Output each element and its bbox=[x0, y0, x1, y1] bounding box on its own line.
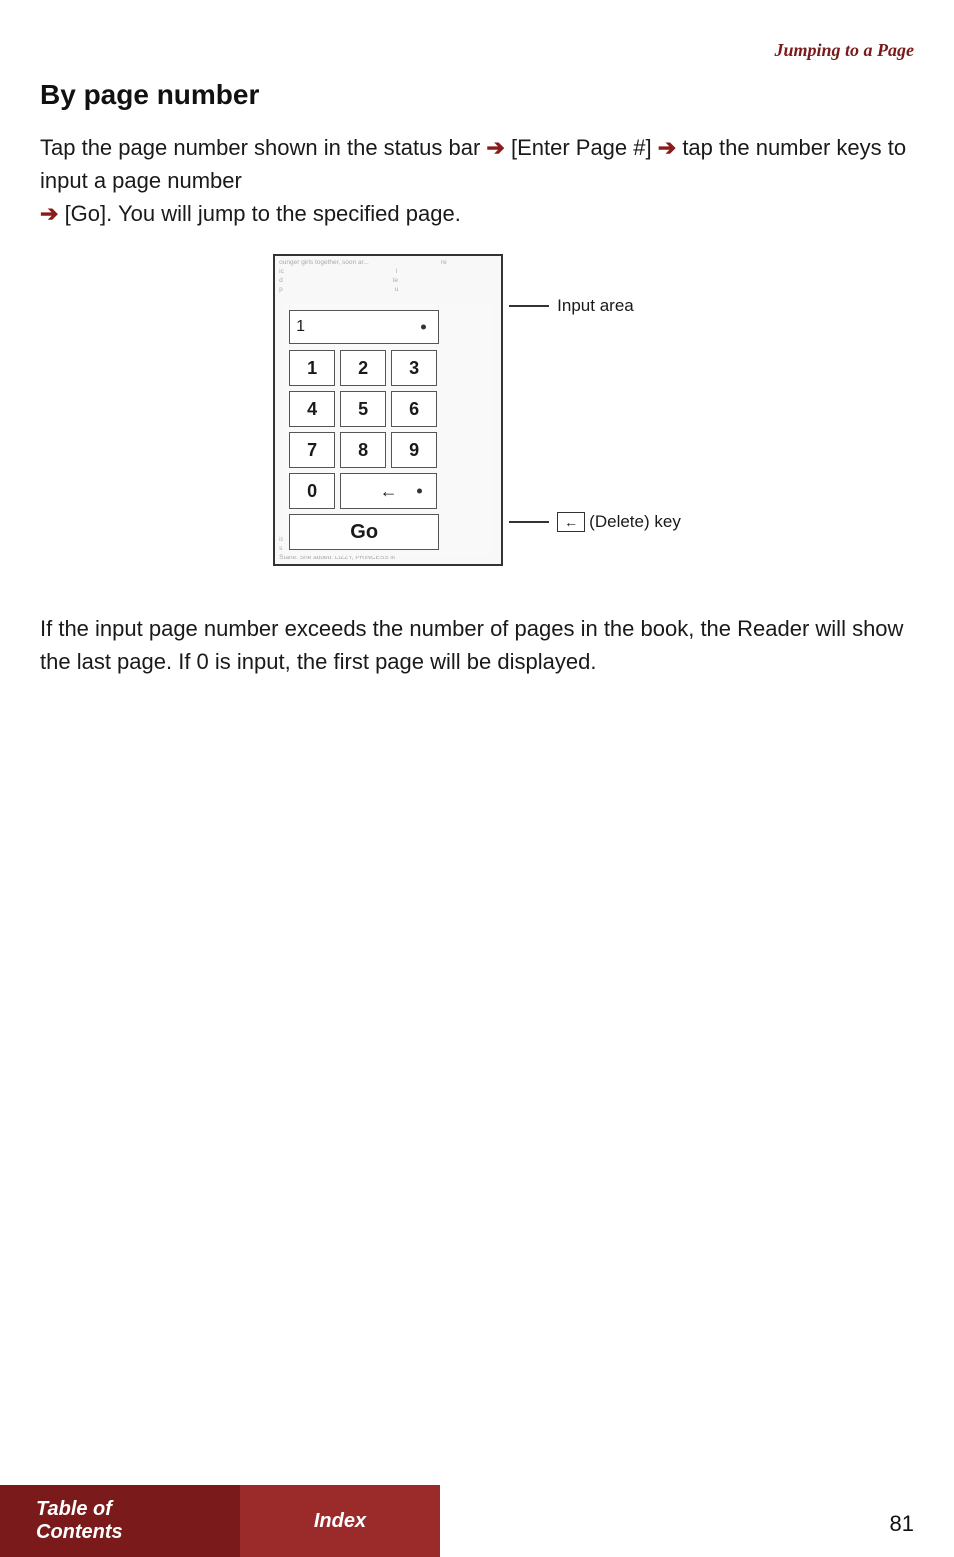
annotation-line-input bbox=[509, 305, 549, 307]
device-bg-text-top: ounger girls together, soon ar... re ic … bbox=[279, 258, 497, 294]
cursor-dot bbox=[421, 325, 426, 330]
device-frame: ounger girls together, soon ar... re ic … bbox=[273, 254, 503, 566]
go-button[interactable]: Go bbox=[289, 514, 439, 550]
page-number-input[interactable]: 1 bbox=[289, 310, 439, 344]
toc-label: Table of Contents bbox=[36, 1498, 204, 1544]
body-text-1b: [Enter Page #] bbox=[511, 135, 652, 160]
keypad-grid: 1 2 3 4 5 6 7 8 9 bbox=[289, 350, 487, 468]
key-9[interactable]: 9 bbox=[391, 432, 437, 468]
arrow-icon-1: ➔ bbox=[486, 131, 504, 164]
key-0[interactable]: 0 bbox=[289, 473, 335, 509]
key-2[interactable]: 2 bbox=[340, 350, 386, 386]
go-label: Go bbox=[350, 521, 378, 544]
input-row: 1 bbox=[289, 310, 487, 344]
key-7[interactable]: 7 bbox=[289, 432, 335, 468]
page-header: Jumping to a Page bbox=[40, 40, 914, 61]
arrow-icon-3: ➔ bbox=[40, 197, 58, 230]
body-text-1a: Tap the page number shown in the status … bbox=[40, 135, 480, 160]
bottom-nav: Table of Contents Index bbox=[0, 1485, 954, 1557]
input-area-annotation: Input area bbox=[509, 296, 681, 316]
arrow-icon-2: ➔ bbox=[658, 131, 676, 164]
key-6[interactable]: 6 bbox=[391, 391, 437, 427]
key-delete[interactable]: ← bbox=[340, 473, 437, 509]
index-label: Index bbox=[314, 1510, 366, 1533]
delete-key-icon: ← bbox=[557, 512, 585, 532]
annotation-input-label: Input area bbox=[557, 296, 634, 316]
input-value: 1 bbox=[296, 318, 305, 336]
delete-dot bbox=[417, 489, 422, 494]
delete-key-annotation: ← (Delete) key bbox=[509, 512, 681, 532]
index-button[interactable]: Index bbox=[240, 1485, 440, 1557]
key-4[interactable]: 4 bbox=[289, 391, 335, 427]
key-1[interactable]: 1 bbox=[289, 350, 335, 386]
header-title: Jumping to a Page bbox=[774, 40, 914, 60]
toc-button[interactable]: Table of Contents bbox=[0, 1485, 240, 1557]
key-5[interactable]: 5 bbox=[340, 391, 386, 427]
section-title: By page number bbox=[40, 79, 914, 111]
delete-arrow-icon: ← bbox=[380, 481, 398, 502]
key-8[interactable]: 8 bbox=[340, 432, 386, 468]
diagram-area: ounger girls together, soon ar... re ic … bbox=[40, 254, 914, 584]
body-paragraph-2: If the input page number exceeds the num… bbox=[40, 612, 914, 678]
page-container: Jumping to a Page By page number Tap the… bbox=[0, 0, 954, 1557]
key-3[interactable]: 3 bbox=[391, 350, 437, 386]
annotation-line-delete bbox=[509, 521, 549, 523]
body-paragraph-1: Tap the page number shown in the status … bbox=[40, 131, 914, 230]
body-text-1d: [Go]. You will jump to the specified pag… bbox=[65, 201, 461, 226]
annotation-delete-label: (Delete) key bbox=[589, 512, 681, 532]
bottom-row: 0 ← bbox=[289, 473, 487, 509]
